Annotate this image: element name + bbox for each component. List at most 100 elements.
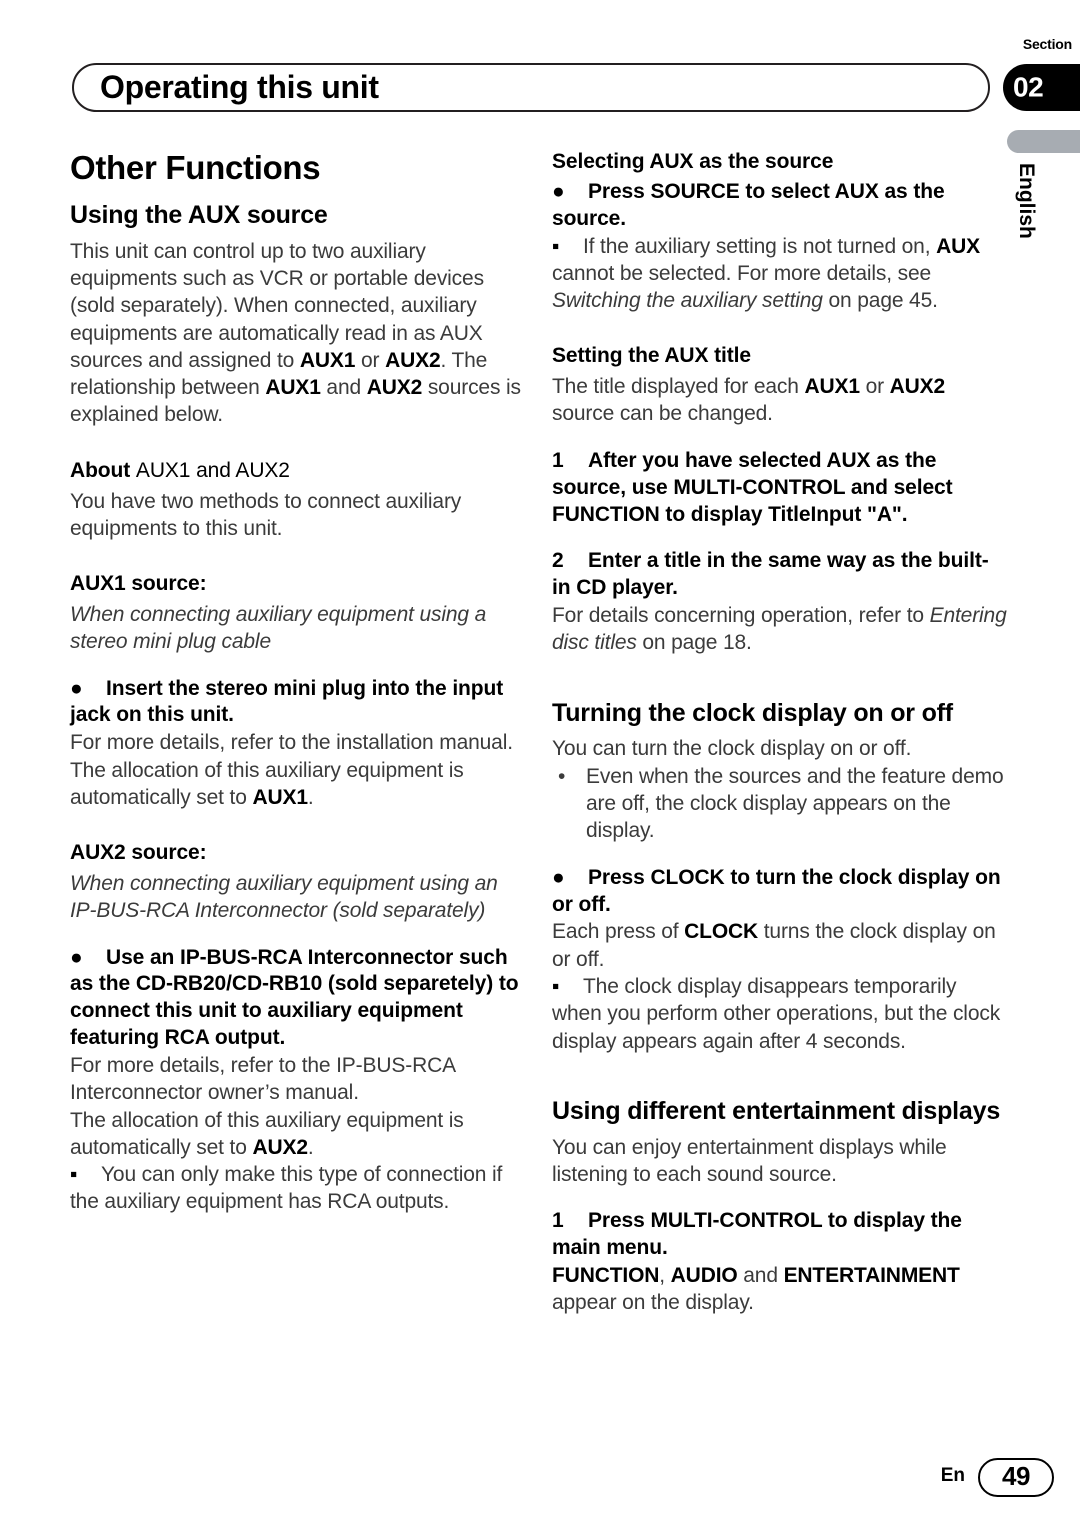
step-number: 1 — [552, 448, 564, 472]
about-word: About — [70, 458, 131, 482]
clock-dot-item: • Even when the sources and the feature d… — [552, 763, 1007, 845]
section-label: Section — [1022, 36, 1072, 52]
detail-rest: appear on the display. — [552, 1291, 754, 1315]
aux-ref: AUX — [936, 234, 980, 258]
cross-reference-switching: Switching the auxiliary setting — [552, 289, 823, 313]
selecting-note-text-c: on page 45. — [822, 289, 938, 313]
heading-about-aux1-aux2: About AUX1 and AUX2 — [70, 459, 525, 484]
round-bullet-icon: ● — [552, 179, 565, 203]
heading-using-entertainment-displays: Using different entertainment displays — [552, 1096, 1001, 1125]
about-aux-refs: AUX1 and AUX2 — [135, 458, 290, 482]
setting-step-2: 2 Enter a title in the same way as the bu… — [552, 548, 1007, 602]
aux1-instruction: ● Insert the stereo mini plug into the in… — [70, 676, 525, 730]
step2-detail-text-a: For details concerning operation, refer … — [552, 604, 930, 628]
aux1-ref-2: AUX1 — [265, 376, 321, 400]
aux1-detail-2-period: . — [307, 785, 314, 809]
square-bullet-icon: ▪ — [552, 975, 560, 999]
function-ref: FUNCTION — [552, 1264, 660, 1287]
right-column: Selecting AUX as the source ● Press SOURC… — [552, 150, 1007, 1317]
aux1-detail-1: For more details, refer to the installat… — [70, 731, 513, 755]
setting-step-1: 1 After you have selected AUX as the sour… — [552, 448, 1007, 529]
chapter-title: Other Functions — [70, 149, 321, 186]
clock-note: ▪ The clock display disappears temporaril… — [552, 973, 1007, 1055]
clock-detail: Each press of CLOCK turns the clock disp… — [552, 918, 1007, 973]
entertainment-body: You can enjoy entertainment displays whi… — [552, 1135, 947, 1186]
aux2-detail-1: For more details, refer to the IP-BUS-RC… — [70, 1054, 455, 1105]
setting-body-text-a: The title displayed for each — [552, 375, 805, 399]
small-dot-bullet-icon: • — [558, 764, 566, 788]
section-number: 02 — [1013, 70, 1044, 102]
language-tab-label: English — [1015, 163, 1038, 239]
selecting-note-text-a: If the auxiliary setting is not turned o… — [583, 234, 937, 258]
heading-using-aux-source: Using the AUX source — [70, 200, 328, 229]
selecting-aux-note: ▪ If the auxiliary setting is not turned … — [552, 233, 1007, 315]
heading-turning-clock-display: Turning the clock display on or off — [552, 698, 953, 727]
setting-step-1-text: After you have selected AUX as the sourc… — [552, 448, 953, 526]
left-column: Other Functions Using the AUX source Thi… — [70, 149, 525, 1216]
aux1-ref-3: AUX1 — [252, 785, 308, 809]
language-tab-bar — [1007, 130, 1080, 153]
selecting-note-text-b: cannot be selected. For more details, se… — [552, 261, 932, 285]
aux1-detail-2: The allocation of this auxiliary equipme… — [70, 757, 525, 812]
aux-intro-paragraph: This unit can control up to two auxiliar… — [70, 238, 525, 429]
aux-intro-and: and — [320, 376, 367, 400]
heading-setting-aux-title: Setting the AUX title — [552, 344, 751, 368]
aux1-ref: AUX1 — [299, 348, 356, 372]
step-number: 1 — [552, 1209, 564, 1233]
aux1-instruction-text: Insert the stereo mini plug into the inp… — [70, 676, 504, 727]
section-number-tab: 02 — [1003, 64, 1080, 111]
clock-note-text: The clock display disappears temporarily… — [552, 975, 1001, 1053]
aux2-ref-3: AUX2 — [252, 1135, 308, 1159]
manual-page: Operating this unit Section 02 English O… — [0, 0, 1080, 1529]
aux-intro-or: or — [355, 348, 386, 372]
setting-body-text-b: source can be changed. — [552, 402, 773, 426]
selecting-aux-instruction-text: Press SOURCE to select AUX as the source… — [552, 179, 945, 230]
clock-dot-item-text: Even when the sources and the feature de… — [586, 764, 1004, 843]
round-bullet-icon: ● — [70, 676, 83, 700]
square-bullet-icon: ▪ — [552, 234, 560, 258]
aux2-source-description: When connecting auxiliary equipment usin… — [70, 871, 498, 923]
square-bullet-icon: ▪ — [70, 1163, 78, 1187]
aux2-note: ▪ You can only make this type of connecti… — [70, 1161, 525, 1216]
heading-selecting-aux-as-source: Selecting AUX as the source — [552, 150, 834, 173]
step2-detail-text-b: on page 18. — [636, 631, 752, 655]
aux2-detail-2-period: . — [307, 1135, 314, 1159]
setting-body-or: or — [859, 375, 890, 399]
setting-title-body: The title displayed for each AUX1 or AUX… — [552, 373, 1007, 428]
aux2-ref: AUX2 — [385, 348, 441, 372]
page-number-badge: 49 — [978, 1458, 1054, 1497]
aux2-ref: AUX2 — [889, 375, 946, 399]
audio-ref: AUDIO — [670, 1264, 738, 1287]
aux2-note-text: You can only make this type of connectio… — [70, 1163, 503, 1214]
clock-button-ref: CLOCK — [684, 920, 759, 944]
setting-step-2-detail: For details concerning operation, refer … — [552, 602, 1007, 657]
footer-language-code: En — [940, 1465, 965, 1486]
aux2-detail-2: The allocation of this auxiliary equipme… — [70, 1107, 525, 1162]
aux2-instruction: ● Use an IP-BUS-RCA Interconnector such a… — [70, 945, 525, 1053]
heading-aux2-source: AUX2 source: — [70, 841, 207, 865]
clock-detail-text-a: Each press of — [552, 920, 685, 944]
clock-body: You can turn the clock display on or off… — [552, 737, 912, 761]
heading-aux1-source: AUX1 source: — [70, 572, 207, 596]
aux1-ref: AUX1 — [804, 375, 860, 399]
detail-and: and — [737, 1264, 784, 1287]
selecting-aux-instruction: ● Press SOURCE to select AUX as the sourc… — [552, 179, 1007, 233]
page-number: 49 — [1002, 1461, 1030, 1491]
round-bullet-icon: ● — [70, 945, 83, 969]
round-bullet-icon: ● — [552, 865, 565, 889]
clock-instruction-text: Press CLOCK to turn the clock display on… — [552, 865, 1001, 916]
step-number: 2 — [552, 549, 564, 573]
aux1-source-description: When connecting auxiliary equipment usin… — [70, 602, 487, 654]
entertainment-step-1-text: Press MULTI-CONTROL to display the main … — [552, 1209, 962, 1260]
clock-instruction: ● Press CLOCK to turn the clock display o… — [552, 865, 1007, 919]
about-body: You have two methods to connect auxiliar… — [70, 489, 462, 540]
running-head-pill: Operating this unit — [72, 63, 990, 112]
aux2-instruction-text: Use an IP-BUS-RCA Interconnector such as… — [70, 945, 519, 1050]
running-head-title: Operating this unit — [100, 68, 379, 105]
entertainment-ref: ENTERTAINMENT — [783, 1264, 960, 1287]
aux2-ref-2: AUX2 — [366, 376, 423, 400]
entertainment-step-1: 1 Press MULTI-CONTROL to display the main… — [552, 1208, 1007, 1262]
entertainment-step-1-detail: FUNCTION, AUDIO and ENTERTAINMENT appear… — [552, 1262, 1007, 1317]
detail-comma: , — [659, 1264, 671, 1287]
setting-step-2-text: Enter a title in the same way as the bui… — [552, 549, 989, 600]
